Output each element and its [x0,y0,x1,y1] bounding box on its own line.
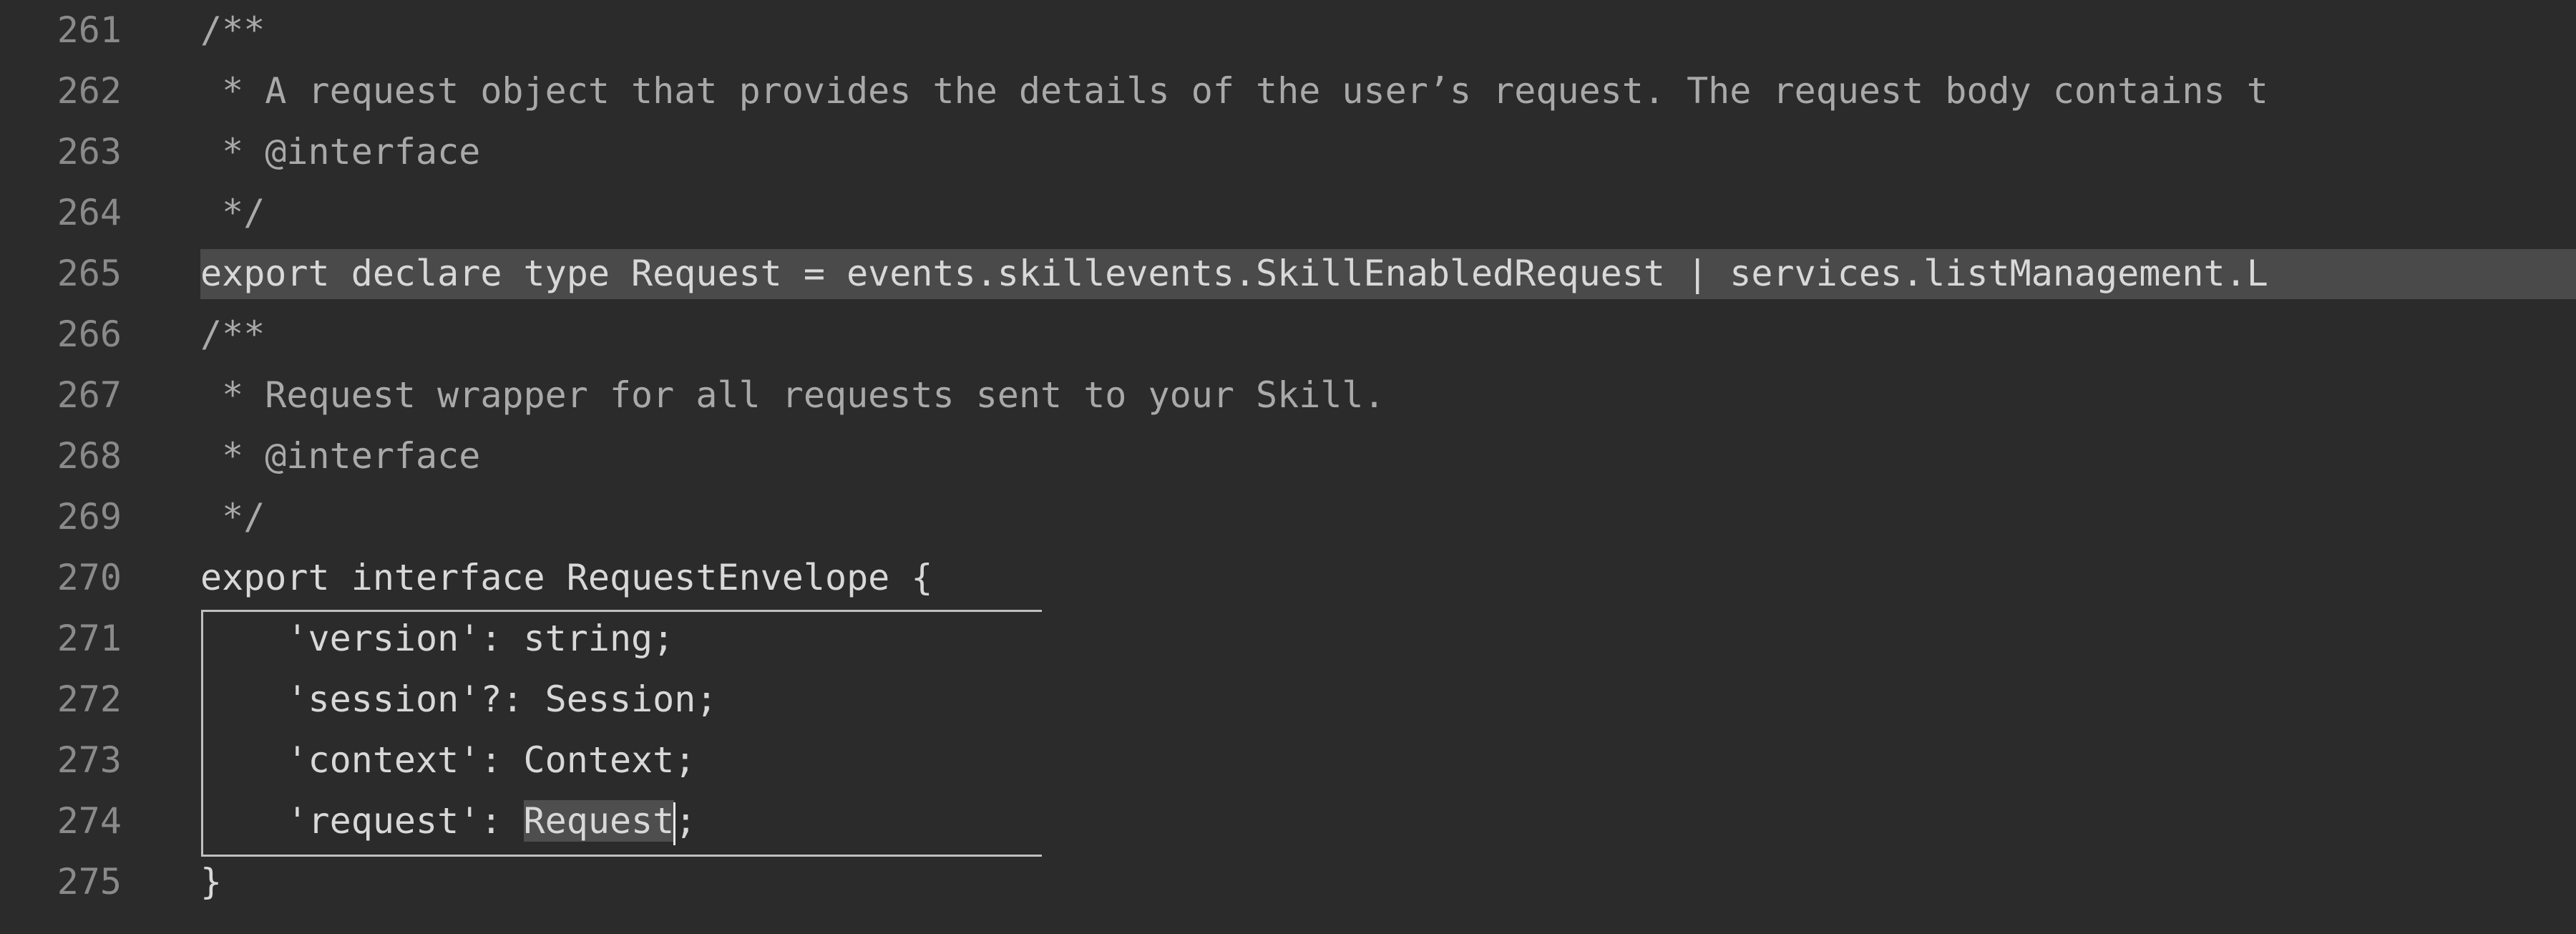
code-line[interactable]: 266 /** [0,304,2576,365]
line-text[interactable]: * @interface [200,426,480,487]
code-line[interactable]: 269 */ [0,487,2576,548]
line-text[interactable]: /** [200,0,265,61]
line-text[interactable]: export interface RequestEnvelope { [200,548,933,608]
selected-word-highlight[interactable]: Request [523,800,675,842]
line-text[interactable]: export declare type Request = events.ski… [200,243,2268,304]
line-number: 269 [57,496,122,537]
line-number: 271 [57,618,122,659]
code-line[interactable]: 271 'version': string; [0,608,2576,669]
line-text[interactable]: * A request object that provides the det… [200,61,2268,122]
line-text[interactable]: 'context': Context; [200,730,696,791]
code-line[interactable]: 274 'request': Request; [0,791,2576,852]
line-number: 266 [57,313,122,355]
line-number: 262 [57,70,122,112]
code-line[interactable]: 273 'context': Context; [0,730,2576,791]
code-line[interactable]: 263 * @interface [0,122,2576,183]
line-number: 261 [57,9,122,51]
line-number: 265 [57,253,122,294]
line-number: 268 [57,435,122,477]
code-line[interactable]: 262 * A request object that provides the… [0,61,2576,122]
code-line[interactable]: 275 } [0,852,2576,913]
text-caret [673,802,676,845]
line-text[interactable]: 'version': string; [200,608,674,669]
line-number: 275 [57,861,122,903]
line-number: 267 [57,374,122,416]
code-line[interactable]: 268 * @interface [0,426,2576,487]
line-number: 274 [57,800,122,842]
line-text[interactable]: */ [200,183,265,243]
code-line-highlighted[interactable]: 265 export declare type Request = events… [0,243,2576,304]
code-line[interactable]: 270 export interface RequestEnvelope { [0,548,2576,608]
line-number: 263 [57,131,122,172]
line-text[interactable]: 'request': Request; [200,791,696,852]
line-number: 273 [57,739,122,781]
line-text[interactable]: /** [200,304,265,365]
line-number: 270 [57,557,122,598]
line-number: 272 [57,678,122,720]
line-text[interactable]: } [200,852,222,913]
code-line[interactable]: 261 /** [0,0,2576,61]
code-line[interactable]: 267 * Request wrapper for all requests s… [0,365,2576,426]
line-number: 264 [57,192,122,233]
code-line[interactable]: 264 */ [0,183,2576,243]
code-line[interactable]: 272 'session'?: Session; [0,669,2576,730]
line-text[interactable]: * @interface [200,122,480,183]
code-editor[interactable]: 261 /** 262 * A request object that prov… [0,0,2576,934]
line-text[interactable]: */ [200,487,265,548]
line-text[interactable]: 'session'?: Session; [200,669,717,730]
line-text[interactable]: * Request wrapper for all requests sent … [200,365,1385,426]
